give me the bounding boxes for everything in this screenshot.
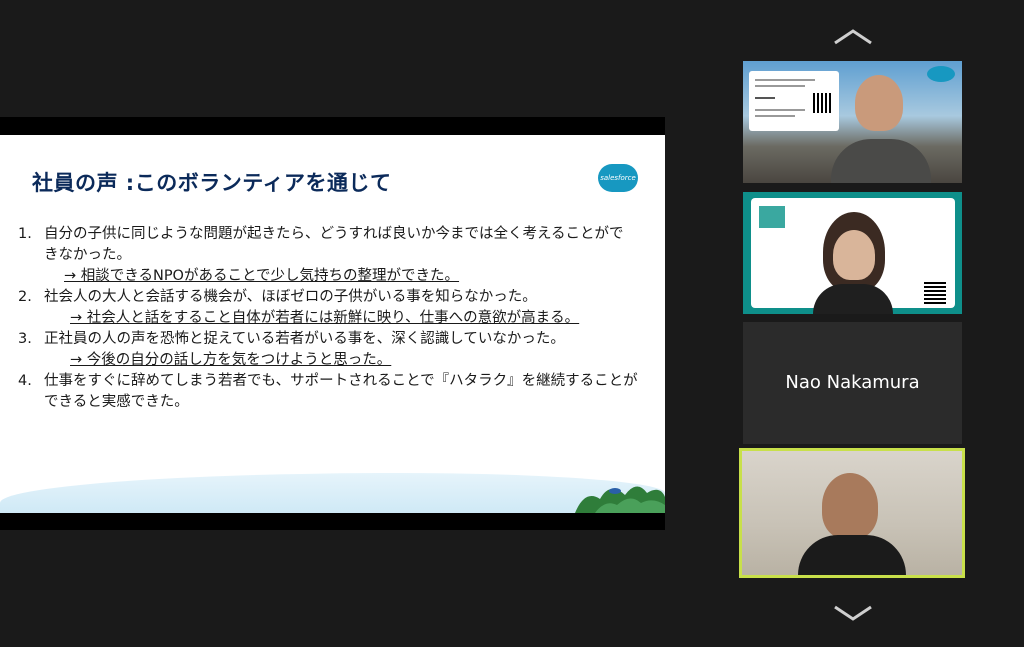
- shared-screen: 社員の声 :このボランティアを通じて salesforce 1. 自分の子供に同…: [0, 117, 665, 530]
- list-item: 3. 正社員の人の声を恐怖と捉えている若者がいる事を、深く認識していなかった。: [18, 331, 565, 347]
- list-item-note: → 社会人と話をすること自体が若者には新鮮に映り、仕事への意欲が高まる。: [70, 310, 580, 326]
- participant-avatar: [822, 473, 878, 539]
- slide-wave-decoration: [0, 473, 665, 513]
- salesforce-logo: salesforce: [598, 164, 638, 192]
- participant-face: [833, 230, 875, 280]
- participant-video-tile[interactable]: [743, 61, 962, 183]
- participant-video-tile[interactable]: [743, 192, 962, 314]
- business-card-overlay: [749, 71, 839, 131]
- list-item-note: → 相談できるNPOがあることで少し気持ちの整理ができた。: [64, 268, 460, 284]
- active-speaker-tile[interactable]: [739, 448, 965, 578]
- participant-avatar: [855, 75, 903, 131]
- slide-list: 1. 自分の子供に同じような問題が起きたら、どうすれば良いか今までは全く考えるこ…: [18, 224, 638, 413]
- participant-name: Nao Nakamura: [785, 372, 920, 393]
- scroll-up-chevron-icon[interactable]: [833, 27, 873, 47]
- participant-video-tile[interactable]: Nao Nakamura: [743, 322, 962, 444]
- scroll-down-chevron-icon[interactable]: [833, 603, 873, 623]
- list-item: 1. 自分の子供に同じような問題が起きたら、どうすれば良いか今までは全く考えるこ…: [18, 226, 624, 263]
- bush-decoration-icon: [575, 486, 665, 513]
- npo-logo-icon: [759, 206, 785, 228]
- qr-code-icon: [924, 282, 946, 304]
- slide-title: 社員の声 :このボランティアを通じて: [32, 171, 392, 195]
- presentation-slide: 社員の声 :このボランティアを通じて salesforce 1. 自分の子供に同…: [0, 135, 665, 513]
- salesforce-logo-icon: [927, 66, 955, 82]
- list-item: 4. 仕事をすぐに辞めてしまう若者でも、サポートされることで『ハタラク』を継続す…: [18, 373, 638, 410]
- list-item: 2. 社会人の大人と会話する機会が、ほぼゼロの子供がいる事を知らなかった。: [18, 289, 537, 305]
- list-item-note: → 今後の自分の話し方を気をつけようと思った。: [70, 352, 392, 368]
